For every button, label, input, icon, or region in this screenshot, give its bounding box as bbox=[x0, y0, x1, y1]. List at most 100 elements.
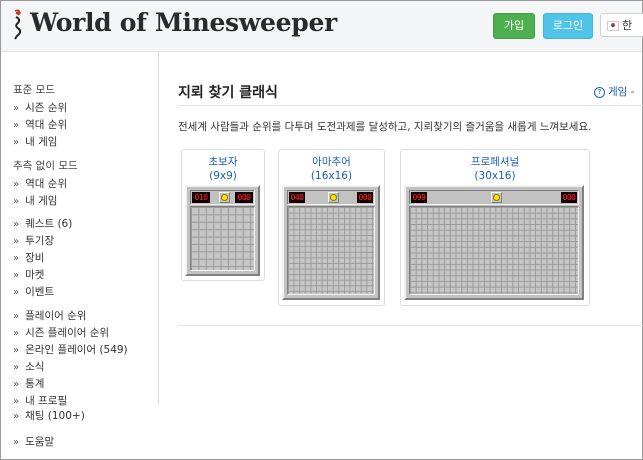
double-chevron-icon: » bbox=[13, 437, 20, 448]
sidebar-item-equipment[interactable]: » 장비 bbox=[13, 250, 44, 265]
sidebar-item-arena[interactable]: » 투기장 bbox=[13, 233, 54, 248]
mine-grid bbox=[190, 206, 255, 271]
top-header: World of Minesweeper 가입 로그인 한 bbox=[1, 1, 643, 52]
double-chevron-icon: » bbox=[13, 270, 20, 281]
content-divider bbox=[178, 325, 643, 326]
language-button[interactable]: 한 bbox=[600, 13, 643, 37]
logo-mine-icon bbox=[14, 9, 22, 40]
board-size: (30x16) bbox=[474, 170, 516, 182]
title-divider bbox=[178, 105, 643, 106]
timer-display: 000 bbox=[235, 192, 253, 203]
board-preview: 099 000 bbox=[404, 185, 584, 300]
game-help-label: 게임 - bbox=[608, 86, 635, 98]
sidebar-item-label: 내 게임 bbox=[25, 195, 58, 207]
join-button[interactable]: 가입 bbox=[493, 13, 535, 39]
double-chevron-icon: » bbox=[13, 287, 20, 298]
professional-card[interactable]: 프로페셔널 (30x16) 099 000 bbox=[400, 149, 590, 306]
help-circle-icon: ? bbox=[594, 87, 605, 98]
game-help-link[interactable]: ? 게임 - bbox=[594, 84, 634, 99]
sidebar-item-player-ranking[interactable]: » 플레이어 순위 bbox=[13, 308, 86, 323]
sidebar-item-label: 퀘스트 (6) bbox=[25, 218, 73, 230]
sidebar-heading-no-guess: 추측 없이 모드 bbox=[13, 160, 78, 172]
double-chevron-icon: » bbox=[13, 236, 20, 247]
double-chevron-icon: » bbox=[13, 396, 20, 407]
sidebar-item-label: 소식 bbox=[25, 361, 45, 373]
sidebar: 표준 모드 » 시즌 순위 » 역대 순위 » 내 게임 추측 없이 모드 » 역대 순… bbox=[1, 52, 159, 407]
sidebar-heading-standard: 표준 모드 bbox=[13, 84, 55, 96]
sidebar-item-chat[interactable]: » 채팅 (100+) bbox=[13, 408, 85, 423]
card-title: 초보자 (9x9) bbox=[182, 155, 264, 183]
sidebar-item-label: 장비 bbox=[25, 252, 45, 264]
sidebar-item-season-player-ranking[interactable]: » 시즌 플레이어 순위 bbox=[13, 325, 109, 340]
sidebar-item-label: 투기장 bbox=[25, 235, 55, 247]
double-chevron-icon: » bbox=[13, 311, 20, 322]
difficulty-name: 초보자 bbox=[208, 156, 238, 168]
double-chevron-icon: » bbox=[13, 179, 20, 190]
sidebar-item-my-profile[interactable]: » 내 프로필 bbox=[13, 393, 67, 408]
sidebar-item-label: 내 게임 bbox=[25, 136, 58, 148]
korea-flag-icon bbox=[607, 21, 619, 31]
double-chevron-icon: » bbox=[13, 379, 20, 390]
double-chevron-icon: » bbox=[13, 120, 20, 131]
card-title: 아마추어 (16x16) bbox=[279, 155, 384, 183]
sidebar-item-label: 역대 순위 bbox=[25, 119, 68, 131]
sidebar-item-label: 역대 순위 bbox=[25, 178, 68, 190]
sidebar-item-market[interactable]: » 마켓 bbox=[13, 267, 44, 282]
login-button[interactable]: 로그인 bbox=[543, 13, 593, 39]
smiley-face-icon bbox=[491, 192, 502, 203]
double-chevron-icon: » bbox=[13, 253, 20, 264]
smiley-face-icon bbox=[328, 192, 339, 203]
board-status-bar: 010 000 bbox=[190, 190, 255, 205]
double-chevron-icon: » bbox=[13, 345, 20, 356]
board-status-bar: 040 000 bbox=[287, 190, 375, 205]
sidebar-item-quests[interactable]: » 퀘스트 (6) bbox=[13, 216, 72, 231]
sidebar-item-my-games[interactable]: » 내 게임 bbox=[13, 134, 57, 149]
board-preview: 010 000 bbox=[185, 185, 260, 276]
page-description: 전세계 사람들과 순위를 다투며 도전과제를 달성하고, 지뢰찾기의 즐거움을 … bbox=[178, 121, 592, 133]
sidebar-item-label: 마켓 bbox=[25, 269, 45, 281]
timer-display: 000 bbox=[561, 192, 577, 203]
timer-display: 000 bbox=[357, 192, 373, 203]
sidebar-item-label: 채팅 (100+) bbox=[25, 410, 85, 422]
sidebar-item-label: 이벤트 bbox=[25, 286, 55, 298]
board-size: (16x16) bbox=[310, 170, 353, 182]
difficulty-name: 아마추어 bbox=[312, 156, 351, 168]
sidebar-item-label: 도움말 bbox=[25, 436, 55, 448]
card-title: 프로페셔널 (30x16) bbox=[401, 155, 589, 183]
mine-grid bbox=[409, 206, 579, 295]
sidebar-item-alltime-ranking[interactable]: » 역대 순위 bbox=[13, 117, 67, 132]
board-status-bar: 099 000 bbox=[409, 190, 579, 205]
double-chevron-icon: » bbox=[13, 219, 20, 230]
double-chevron-icon: » bbox=[13, 196, 20, 207]
beginner-card[interactable]: 초보자 (9x9) 010 000 bbox=[181, 149, 265, 281]
sidebar-item-online-players[interactable]: » 온라인 플레이어 (549) bbox=[13, 342, 128, 357]
sidebar-item-label: 통계 bbox=[25, 378, 45, 390]
board-size: (9x9) bbox=[209, 170, 237, 182]
double-chevron-icon: » bbox=[13, 411, 20, 422]
board-preview: 040 000 bbox=[282, 185, 380, 300]
sidebar-item-events[interactable]: » 이벤트 bbox=[13, 284, 54, 299]
mine-grid bbox=[287, 206, 375, 295]
sidebar-item-season-ranking[interactable]: » 시즌 순위 bbox=[13, 100, 67, 115]
language-label: 한 bbox=[622, 19, 633, 32]
double-chevron-icon: » bbox=[13, 137, 20, 148]
page-title: 지뢰 찾기 클래식 bbox=[178, 85, 278, 101]
sidebar-item-label: 내 프로필 bbox=[25, 395, 68, 407]
sidebar-item-help[interactable]: » 도움말 bbox=[13, 434, 54, 449]
double-chevron-icon: » bbox=[13, 328, 20, 339]
amateur-card[interactable]: 아마추어 (16x16) 040 000 bbox=[278, 149, 385, 306]
double-chevron-icon: » bbox=[13, 362, 20, 373]
difficulty-name: 프로페셔널 bbox=[470, 156, 520, 168]
sidebar-item-ng-alltime-ranking[interactable]: » 역대 순위 bbox=[13, 176, 67, 191]
sidebar-item-news[interactable]: » 소식 bbox=[13, 359, 44, 374]
mine-counter: 099 bbox=[411, 192, 427, 203]
sidebar-item-label: 시즌 순위 bbox=[25, 102, 68, 114]
sidebar-item-ng-my-games[interactable]: » 내 게임 bbox=[13, 193, 57, 208]
sidebar-item-label: 시즌 플레이어 순위 bbox=[25, 327, 110, 339]
double-chevron-icon: » bbox=[13, 103, 20, 114]
site-logo[interactable]: World of Minesweeper bbox=[30, 8, 337, 37]
sidebar-item-label: 플레이어 순위 bbox=[25, 310, 87, 322]
sidebar-item-label: 온라인 플레이어 (549) bbox=[25, 344, 128, 356]
mine-counter: 010 bbox=[192, 192, 210, 203]
sidebar-item-statistics[interactable]: » 통계 bbox=[13, 376, 44, 391]
